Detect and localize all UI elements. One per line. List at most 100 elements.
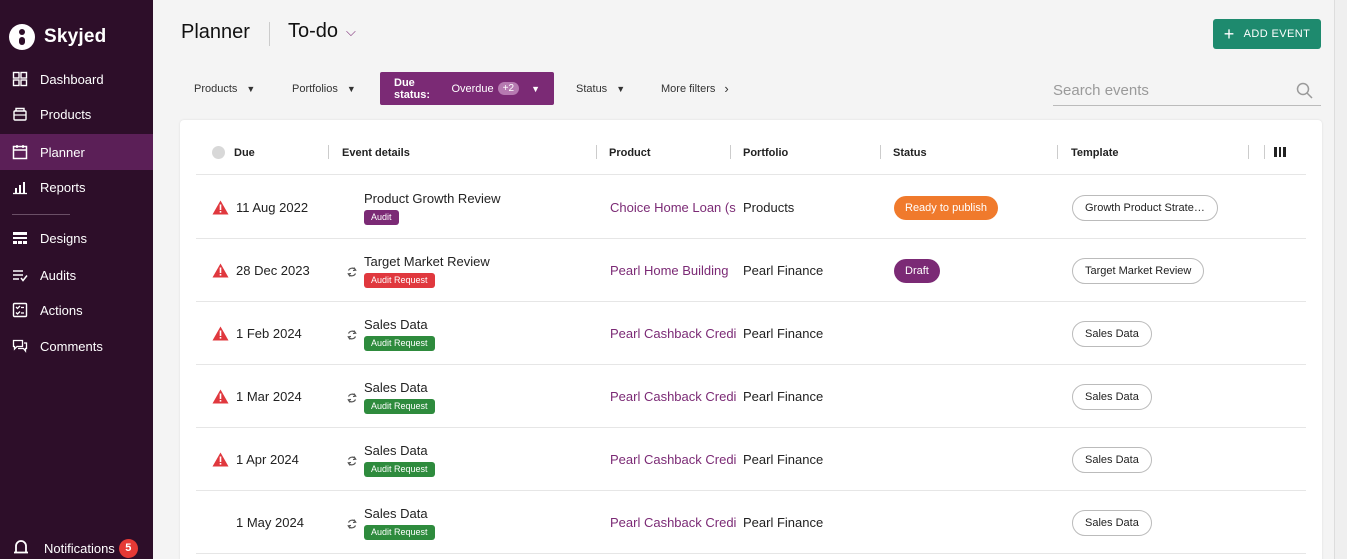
- product-link[interactable]: Pearl Cashback Credi: [610, 365, 738, 428]
- search-input[interactable]: [1053, 82, 1283, 99]
- sidebar-item-actions[interactable]: Actions: [0, 293, 153, 327]
- due-date: 11 Aug 2022: [236, 200, 309, 215]
- due-date: 1 Mar 2024: [236, 389, 302, 404]
- due-status-count-badge: +2: [497, 82, 520, 95]
- table-row[interactable]: 28 Dec 2023 Target Market Review Audit R…: [196, 239, 1306, 302]
- page-header: Planner To-do ⌵ + ADD EVENT: [153, 0, 1347, 66]
- more-filters-button[interactable]: More filters ›: [661, 72, 729, 105]
- columns-icon: [1274, 146, 1287, 159]
- column-divider: [880, 145, 881, 159]
- due-date: 1 Apr 2024: [236, 452, 299, 467]
- event-name[interactable]: Sales Data: [364, 317, 428, 332]
- event-name[interactable]: Target Market Review: [364, 254, 490, 269]
- column-product[interactable]: Product: [609, 130, 651, 175]
- filter-portfolios-label: Portfolios: [292, 82, 338, 95]
- table-row[interactable]: 1 Mar 2024 Sales Data Audit Request Pear…: [196, 365, 1306, 428]
- template-cell: Sales Data: [1072, 491, 1152, 554]
- sidebar-item-comments[interactable]: Comments: [0, 329, 153, 363]
- status-cell: Ready to publish: [894, 176, 998, 239]
- column-divider: [730, 145, 731, 159]
- table-row[interactable]: 11 Aug 2022 Product Growth Review Audit …: [196, 176, 1306, 239]
- caret-down-icon: ▼: [531, 83, 540, 94]
- warning-icon: [212, 200, 229, 215]
- table-header: Due Event details Product Portfolio Stat…: [196, 130, 1306, 175]
- status-cell: Draft: [894, 239, 940, 302]
- brand[interactable]: Skyjed: [9, 20, 106, 54]
- column-template[interactable]: Template: [1071, 130, 1118, 175]
- actions-icon: [12, 302, 28, 318]
- column-divider: [1057, 145, 1058, 159]
- table-row[interactable]: 1 May 2024 Sales Data Audit Request Pear…: [196, 491, 1306, 554]
- template-chip[interactable]: Growth Product Strate…: [1072, 194, 1218, 221]
- view-selector[interactable]: To-do ⌵: [288, 20, 356, 43]
- product-link[interactable]: Pearl Cashback Credi: [610, 491, 738, 554]
- column-settings-button[interactable]: [1274, 130, 1287, 175]
- due-status-label: Due status:: [394, 76, 431, 101]
- sidebar-item-products[interactable]: Products: [0, 97, 153, 131]
- event-details-cell: Product Growth Review Audit: [364, 176, 501, 239]
- warning-icon: [212, 326, 229, 341]
- sidebar-item-dashboard[interactable]: Dashboard: [0, 62, 153, 96]
- recurring-icon: [347, 456, 357, 466]
- event-type-tag: Audit Request: [364, 524, 435, 540]
- warning-icon: [212, 452, 229, 467]
- search-icon[interactable]: [1296, 82, 1313, 99]
- event-name[interactable]: Sales Data: [364, 443, 428, 458]
- filter-due-status[interactable]: Due status: Overdue +2 ▼: [380, 72, 554, 105]
- filter-portfolios[interactable]: Portfolios ▼: [292, 72, 356, 105]
- calendar-icon: [12, 144, 28, 160]
- product-link[interactable]: Pearl Cashback Credi: [610, 302, 738, 365]
- bell-icon: [12, 538, 30, 558]
- filter-products[interactable]: Products ▼: [194, 72, 255, 105]
- product-link[interactable]: Pearl Cashback Credi: [610, 428, 738, 491]
- product-link[interactable]: Pearl Home Building: [610, 239, 738, 302]
- table-row[interactable]: 1 Feb 2024 Sales Data Audit Request Pear…: [196, 302, 1306, 365]
- warning-icon: [212, 389, 229, 404]
- event-type-tag: Audit: [364, 209, 399, 225]
- template-chip[interactable]: Target Market Review: [1072, 257, 1205, 284]
- due-cell: 1 Feb 2024: [212, 302, 302, 365]
- sidebar-item-designs[interactable]: Designs: [0, 221, 153, 255]
- window-scrollbar[interactable]: [1334, 0, 1347, 559]
- filter-status[interactable]: Status ▼: [576, 72, 625, 105]
- sidebar-item-label: Audits: [40, 267, 77, 283]
- skyjed-logo-icon: [9, 24, 35, 50]
- event-details-cell: Sales Data Audit Request: [347, 491, 435, 554]
- add-event-button[interactable]: + ADD EVENT: [1213, 19, 1321, 49]
- template-cell: Target Market Review: [1072, 239, 1205, 302]
- table-row[interactable]: 1 Apr 2024 Sales Data Audit Request Pear…: [196, 428, 1306, 491]
- event-name[interactable]: Sales Data: [364, 506, 428, 521]
- plus-icon: +: [1223, 24, 1235, 44]
- sidebar-item-notifications[interactable]: Notifications 5: [0, 536, 153, 559]
- sidebar: Skyjed Dashboard Products Planner Report…: [0, 0, 153, 559]
- view-selector-value: To-do: [288, 20, 339, 42]
- event-type-tag: Audit Request: [364, 272, 435, 288]
- event-name[interactable]: Sales Data: [364, 380, 428, 395]
- caret-down-icon: ▼: [346, 83, 356, 94]
- due-cell: 1 Apr 2024: [212, 428, 299, 491]
- status-badge: Ready to publish: [894, 195, 998, 220]
- product-link[interactable]: Choice Home Loan (s: [610, 176, 738, 239]
- template-chip[interactable]: Sales Data: [1072, 383, 1152, 410]
- column-due[interactable]: Due: [212, 130, 255, 175]
- sidebar-item-label: Products: [40, 106, 92, 122]
- event-name[interactable]: Product Growth Review: [364, 191, 501, 206]
- sidebar-item-label: Actions: [40, 302, 83, 318]
- filter-status-label: Status: [576, 82, 608, 95]
- recurring-icon: [347, 267, 357, 277]
- column-status[interactable]: Status: [893, 130, 927, 175]
- template-chip[interactable]: Sales Data: [1072, 446, 1152, 473]
- sidebar-item-reports[interactable]: Reports: [0, 170, 153, 204]
- dashboard-icon: [12, 71, 28, 87]
- column-portfolio[interactable]: Portfolio: [743, 130, 788, 175]
- column-event-details[interactable]: Event details: [342, 130, 410, 175]
- template-chip[interactable]: Sales Data: [1072, 509, 1152, 536]
- sidebar-item-planner[interactable]: Planner: [0, 134, 153, 170]
- event-details-cell: Sales Data Audit Request: [347, 365, 435, 428]
- template-cell: Sales Data: [1072, 365, 1152, 428]
- sidebar-item-audits[interactable]: Audits: [0, 258, 153, 292]
- template-chip[interactable]: Sales Data: [1072, 320, 1152, 347]
- portfolio-cell: Pearl Finance: [743, 326, 824, 341]
- notifications-count-badge: 5: [118, 538, 138, 558]
- brand-name: Skyjed: [44, 26, 107, 47]
